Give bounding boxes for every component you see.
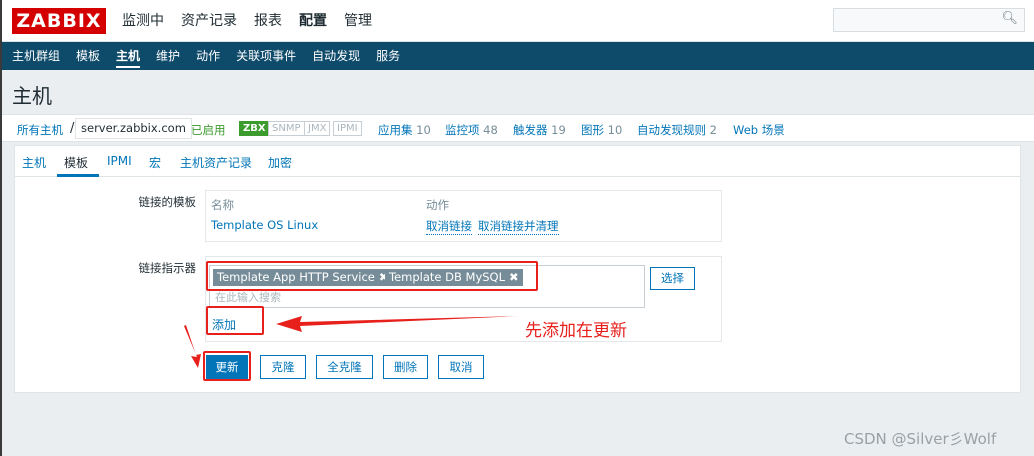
annotation-arrows: [184, 316, 520, 368]
watermark: CSDN @Silver彡Wolf: [844, 430, 997, 448]
annotation-text: 先添加在更新: [525, 321, 627, 341]
arrow-to-update-icon: [184, 325, 201, 368]
arrow-to-add-icon: [276, 316, 520, 332]
